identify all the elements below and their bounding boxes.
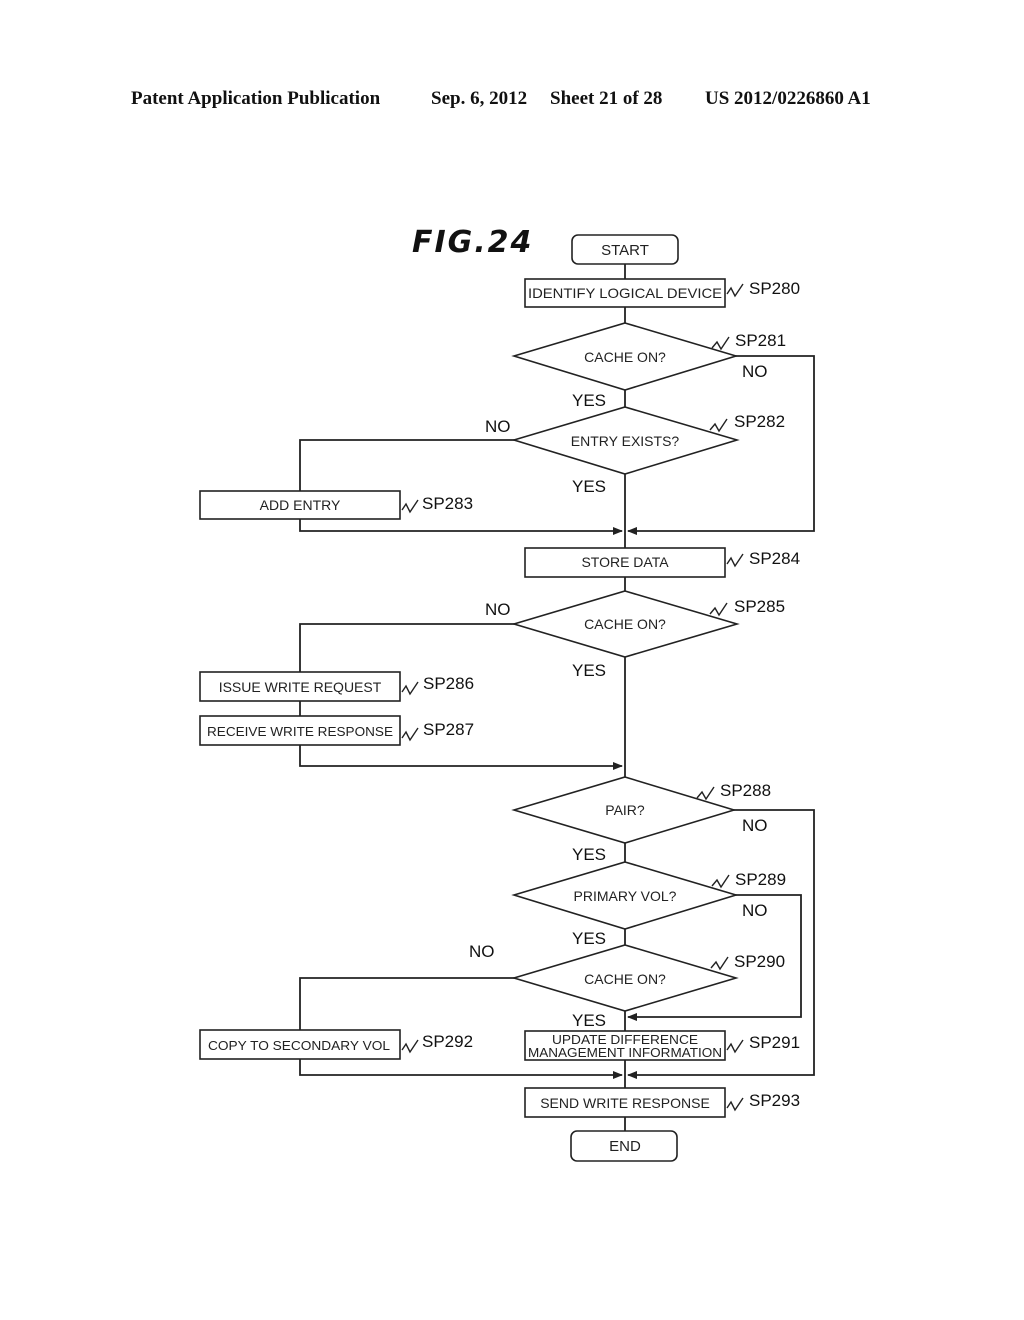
branch-yes-label: YES <box>572 477 606 496</box>
branch-no-label: NO <box>742 816 768 835</box>
step-id: SP287 <box>423 720 474 739</box>
reference-squiggle-icon <box>710 956 729 971</box>
decision-sp281: CACHE ON? SP281 NO YES <box>511 322 786 410</box>
reference-squiggle-icon <box>696 786 715 801</box>
step-id: SP289 <box>735 870 786 889</box>
branch-no-label: NO <box>485 600 511 619</box>
step-sp283: ADD ENTRY SP283 <box>199 490 473 520</box>
step-id: SP280 <box>749 279 800 298</box>
start-label: START <box>601 242 649 259</box>
decision-label: CACHE ON? <box>584 616 666 632</box>
step-sp292: COPY TO SECONDARY VOL SP292 <box>199 1029 473 1060</box>
reference-squiggle-icon <box>726 1097 744 1112</box>
end-label: END <box>609 1138 641 1155</box>
step-id: SP292 <box>422 1032 473 1051</box>
reference-squiggle-icon <box>726 1039 744 1054</box>
step-label: ISSUE WRITE REQUEST <box>219 679 382 695</box>
connector-sp287-merge <box>299 745 623 770</box>
step-sp280: IDENTIFY LOGICAL DEVICE SP280 <box>524 278 800 308</box>
decision-label: CACHE ON? <box>584 971 666 987</box>
step-sp287: RECEIVE WRITE RESPONSE SP287 <box>199 715 474 746</box>
step-label: COPY TO SECONDARY VOL <box>208 1038 390 1053</box>
reference-squiggle-icon <box>709 418 728 433</box>
step-id: SP282 <box>734 412 785 431</box>
decision-sp288: PAIR? SP288 NO YES <box>511 776 771 864</box>
connector-sp285-no <box>299 623 515 672</box>
reference-squiggle-icon <box>401 681 419 696</box>
branch-no-label: NO <box>469 942 495 961</box>
step-label: RECEIVE WRITE RESPONSE <box>207 724 393 739</box>
step-id: SP291 <box>749 1033 800 1052</box>
start-terminal: START <box>571 234 679 265</box>
connector-sp292-merge <box>299 1059 623 1079</box>
decision-sp282: ENTRY EXISTS? SP282 NO YES <box>485 406 785 496</box>
step-id: SP284 <box>749 549 800 568</box>
step-sp286: ISSUE WRITE REQUEST SP286 <box>199 671 474 702</box>
branch-yes-label: YES <box>572 845 606 864</box>
step-id: SP283 <box>422 494 473 513</box>
reference-squiggle-icon <box>401 727 419 742</box>
step-id: SP288 <box>720 781 771 800</box>
decision-sp289: PRIMARY VOL? SP289 NO YES <box>511 861 786 948</box>
step-id: SP285 <box>734 597 785 616</box>
step-label: IDENTIFY LOGICAL DEVICE <box>528 285 722 301</box>
connector-sp290-no <box>299 977 515 1030</box>
reference-squiggle-icon <box>709 602 728 617</box>
decision-label: CACHE ON? <box>584 349 666 365</box>
branch-no-label: NO <box>742 362 768 381</box>
reference-squiggle-icon <box>726 283 744 298</box>
connector-sp283-merge <box>299 519 623 535</box>
step-id: SP281 <box>735 331 786 350</box>
step-id: SP286 <box>423 674 474 693</box>
branch-yes-label: YES <box>572 661 606 680</box>
step-id: SP290 <box>734 952 785 971</box>
figure-title: FIG.24 <box>412 225 533 260</box>
flowchart-diagram: FIG.24 START IDENTIFY LOGICAL DEVICE SP2… <box>199 225 815 1162</box>
decision-label: PAIR? <box>605 802 645 818</box>
step-sp284: STORE DATA SP284 <box>524 547 800 578</box>
step-label: SEND WRITE RESPONSE <box>540 1095 710 1111</box>
decision-label: ENTRY EXISTS? <box>571 433 680 449</box>
step-label: STORE DATA <box>581 554 669 570</box>
reference-squiggle-icon <box>711 874 730 889</box>
reference-squiggle-icon <box>401 1039 419 1054</box>
decision-label: PRIMARY VOL? <box>574 888 677 904</box>
branch-yes-label: YES <box>572 929 606 948</box>
step-label: ADD ENTRY <box>260 497 341 513</box>
connector-sp282-no <box>299 439 515 491</box>
step-id: SP293 <box>749 1091 800 1110</box>
branch-yes-label: YES <box>572 1011 606 1030</box>
reference-squiggle-icon <box>401 499 419 514</box>
reference-squiggle-icon <box>711 336 730 351</box>
decision-sp285: CACHE ON? SP285 NO YES <box>485 590 785 680</box>
step-sp291: UPDATE DIFFERENCE MANAGEMENT INFORMATION… <box>524 1030 800 1061</box>
step-label-line2: MANAGEMENT INFORMATION <box>528 1045 722 1060</box>
branch-yes-label: YES <box>572 391 606 410</box>
branch-no-label: NO <box>485 417 511 436</box>
reference-squiggle-icon <box>726 553 744 568</box>
branch-no-label: NO <box>742 901 768 920</box>
step-sp293: SEND WRITE RESPONSE SP293 <box>524 1087 800 1118</box>
end-terminal: END <box>570 1130 678 1162</box>
